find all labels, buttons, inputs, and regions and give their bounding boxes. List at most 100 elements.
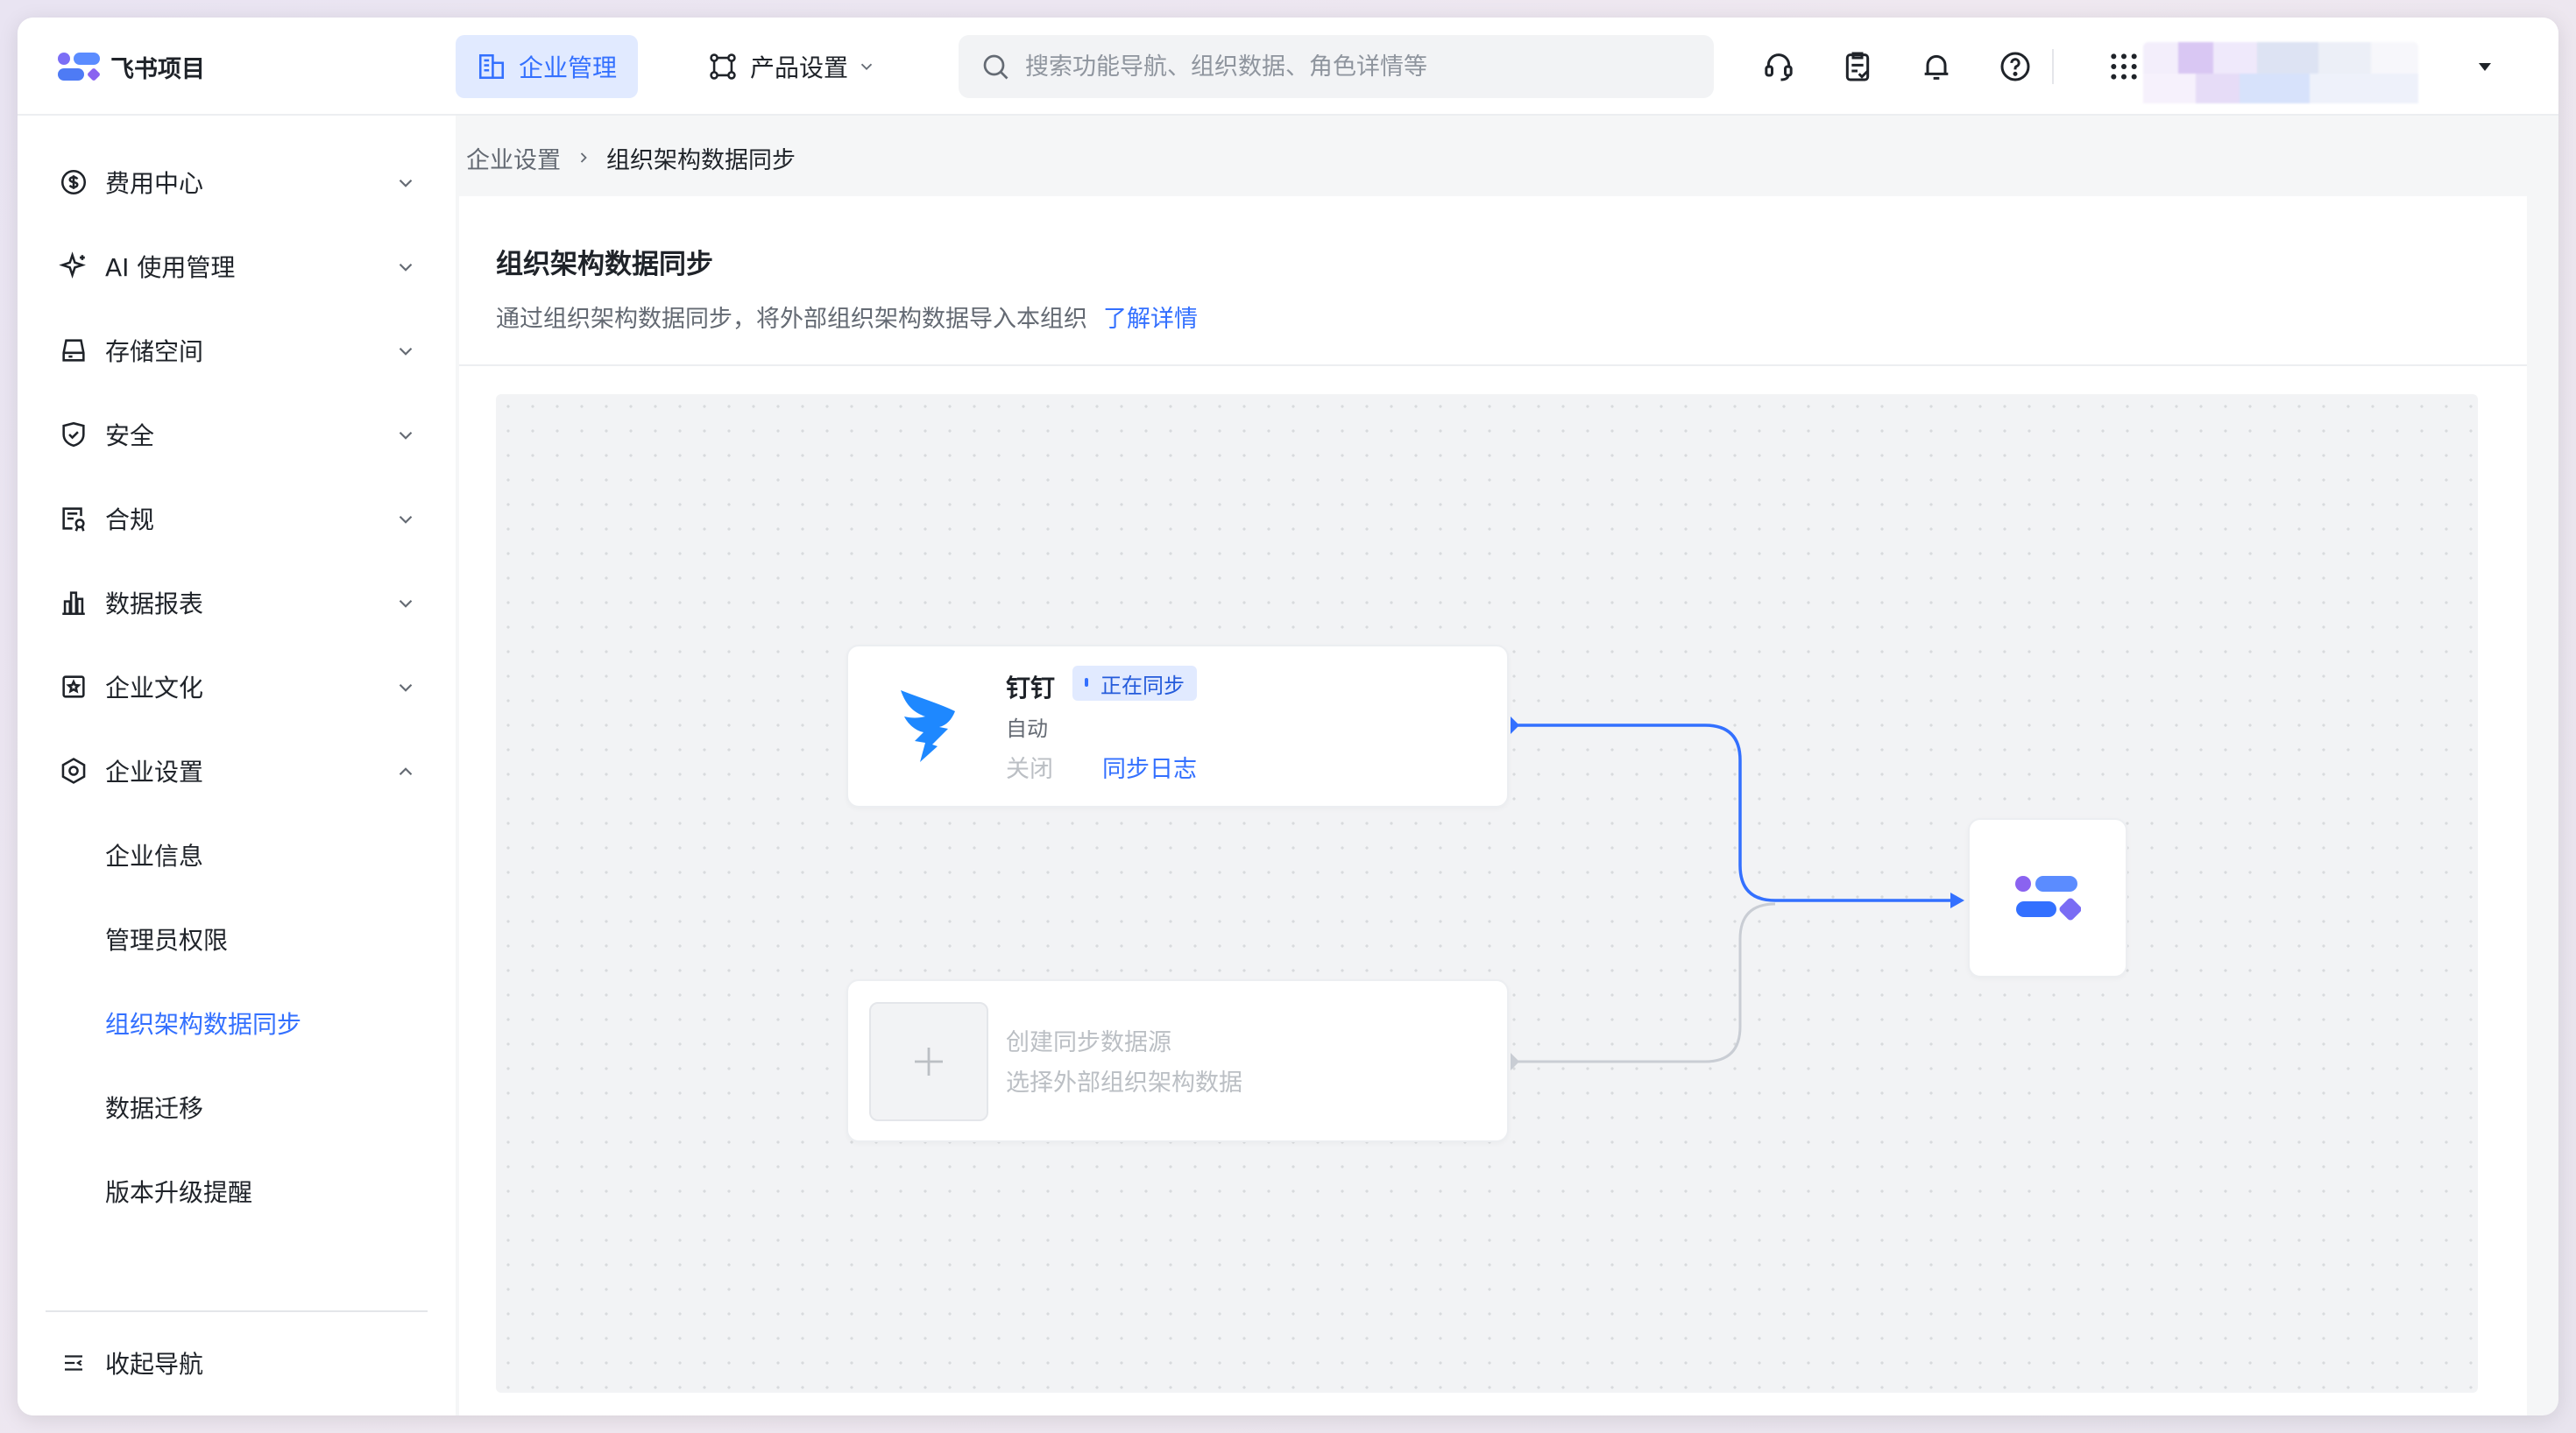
active-connector <box>1512 724 1959 902</box>
plus-icon <box>915 1048 943 1076</box>
chevron-down-icon <box>860 63 873 71</box>
main-panel: 组织架构数据同步 通过组织架构数据同步，将外部组织架构数据导入本组织 了解详情 钉… <box>459 196 2527 1415</box>
chevron-down-icon <box>399 431 413 440</box>
sidebar-item-compliance[interactable]: 合规 <box>18 487 456 550</box>
search-input[interactable] <box>1025 53 1691 81</box>
sidebar-item-label: 企业设置 <box>105 758 204 787</box>
breadcrumb-current: 组织架构数据同步 <box>606 146 796 174</box>
app-logo[interactable]: 飞书项目 <box>58 49 205 84</box>
sidebar-subitem-enterprise-info[interactable]: 企业信息 <box>18 823 456 886</box>
bar-chart-icon <box>58 587 89 618</box>
sidebar-item-label: 安全 <box>105 421 155 450</box>
help-question-icon[interactable] <box>1994 46 2036 88</box>
create-source-subtitle: 选择外部组织架构数据 <box>1006 1069 1242 1097</box>
inactive-source-port <box>1511 1053 1519 1070</box>
sidebar-item-storage[interactable]: 存储空间 <box>18 319 456 382</box>
sidebar-item-culture[interactable]: 企业文化 <box>18 655 456 718</box>
sync-status-badge: 正在同步 <box>1072 666 1197 701</box>
dollar-circle-icon <box>58 166 89 198</box>
chevron-right-icon <box>580 152 587 163</box>
sidebar-item-label: 企业文化 <box>105 674 204 702</box>
culture-star-icon <box>58 671 89 702</box>
user-profile-blurred[interactable] <box>2143 42 2418 103</box>
dingtalk-logo-icon <box>901 690 955 762</box>
caret-down-icon[interactable] <box>2464 46 2506 88</box>
sidebar-subitem-label: 组织架构数据同步 <box>105 1010 302 1039</box>
active-source-port <box>1511 716 1519 734</box>
support-headset-icon[interactable] <box>1758 46 1800 88</box>
chevron-down-icon <box>399 347 413 356</box>
sidebar-subitem-admin-permissions[interactable]: 管理员权限 <box>18 907 456 971</box>
destination-org-card <box>1968 818 2127 978</box>
breadcrumb-parent[interactable]: 企业设置 <box>466 141 561 175</box>
sparkle-icon <box>58 251 89 282</box>
sync-mode: 自动 <box>1006 716 1048 741</box>
app-window: 飞书项目 企业管理 产品设置 搜索功能导航、组织数据、角色详情等 费用中心 AI… <box>18 18 2558 1415</box>
feishu-project-logo-icon <box>58 51 101 82</box>
breadcrumb: 企业设置 组织架构数据同步 <box>466 140 796 175</box>
chevron-down-icon <box>399 263 413 272</box>
sidebar-subitem-label: 数据迁移 <box>105 1094 204 1123</box>
sidebar-item-enterprise-settings[interactable]: 企业设置 <box>18 739 456 802</box>
app-name: 飞书项目 <box>110 55 205 83</box>
product-nodes-icon <box>710 53 736 80</box>
shield-icon <box>58 419 89 450</box>
sidebar-subitem-org-sync[interactable]: 组织架构数据同步 <box>18 992 456 1055</box>
product-settings-label: 产品设置 <box>750 53 849 82</box>
chevron-down-icon <box>399 515 413 524</box>
description-text: 通过组织架构数据同步，将外部组织架构数据导入本组织 <box>496 306 1087 333</box>
sidebar-subitem-label: 版本升级提醒 <box>105 1178 253 1207</box>
app-grid-icon[interactable] <box>2103 46 2145 88</box>
sync-source-card[interactable]: 钉钉 正在同步 自动 关闭 同步日志 <box>846 645 1509 808</box>
sidebar-item-security[interactable]: 安全 <box>18 403 456 466</box>
sidebar-item-label: 合规 <box>105 505 155 534</box>
notification-bell-icon[interactable] <box>1915 46 1957 88</box>
compliance-doc-icon <box>58 503 89 534</box>
enterprise-management-tab[interactable]: 企业管理 <box>456 35 639 98</box>
page-title: 组织架构数据同步 <box>496 249 713 280</box>
enterprise-management-label: 企业管理 <box>519 53 618 82</box>
panel-divider <box>459 364 2527 366</box>
settings-hexagon-icon <box>58 755 89 787</box>
create-sync-source-card[interactable]: 创建同步数据源 选择外部组织架构数据 <box>846 979 1509 1142</box>
flow-connectors <box>1511 716 1964 1070</box>
sidebar-item-label: 数据报表 <box>105 589 204 618</box>
sidebar-item-label: 费用中心 <box>105 169 204 198</box>
create-source-title: 创建同步数据源 <box>1006 1029 1171 1056</box>
sidebar-subitem-version-upgrade[interactable]: 版本升级提醒 <box>18 1160 456 1223</box>
sidebar-subitem-label: 企业信息 <box>105 842 204 871</box>
page-description: 通过组织架构数据同步，将外部组织架构数据导入本组织 了解详情 <box>496 300 1198 334</box>
sidebar-subitem-label: 管理员权限 <box>105 926 229 955</box>
sidebar-item-label: 存储空间 <box>105 337 204 366</box>
sync-log-link[interactable]: 同步日志 <box>1102 750 1197 784</box>
storage-icon <box>58 335 89 366</box>
collapse-nav-button[interactable]: 收起导航 <box>18 1331 456 1394</box>
sidebar-item-ai-usage[interactable]: AI 使用管理 <box>18 235 456 298</box>
sidebar-item-billing[interactable]: 费用中心 <box>18 151 456 214</box>
top-divider <box>2052 49 2054 84</box>
search-icon <box>983 54 1008 80</box>
chevron-down-icon <box>399 179 413 187</box>
active-arrow-head <box>1950 893 1964 908</box>
learn-more-link[interactable]: 了解详情 <box>1103 306 1198 333</box>
sidebar-divider <box>46 1310 428 1312</box>
chevron-down-icon <box>399 683 413 692</box>
chevron-down-icon <box>399 599 413 608</box>
collapse-menu-icon <box>58 1347 89 1379</box>
close-sync-button[interactable]: 关闭 <box>1006 750 1053 784</box>
sidebar-subitem-data-migration[interactable]: 数据迁移 <box>18 1076 456 1139</box>
inactive-connector <box>1512 902 1776 1063</box>
task-clipboard-icon[interactable] <box>1836 46 1879 88</box>
sidebar-item-reports[interactable]: 数据报表 <box>18 571 456 634</box>
source-name: 钉钉 <box>1006 674 1056 702</box>
add-source-box[interactable] <box>869 1002 988 1121</box>
sync-flow-canvas[interactable]: 钉钉 正在同步 自动 关闭 同步日志 创建同步数据源 选择外部组织架构数据 <box>496 394 2478 1393</box>
product-settings-dropdown[interactable]: 产品设置 <box>687 35 897 98</box>
building-icon <box>478 53 505 80</box>
chevron-up-icon <box>399 767 413 776</box>
global-search[interactable] <box>959 35 1714 98</box>
top-bar: 飞书项目 企业管理 产品设置 <box>18 18 2558 116</box>
sidebar-item-label: AI 使用管理 <box>105 253 236 282</box>
feishu-project-logo-icon <box>2015 876 2081 921</box>
collapse-nav-label: 收起导航 <box>105 1350 204 1379</box>
